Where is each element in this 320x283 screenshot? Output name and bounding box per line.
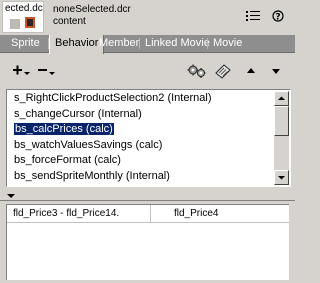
svg-text:?: ?: [275, 13, 280, 23]
list-item[interactable]: s_changeCursor (Internal): [8, 107, 273, 123]
add-behavior-button[interactable]: [11, 63, 31, 79]
column-divider: [150, 205, 151, 222]
member-subtitle: content: [53, 16, 86, 27]
panel-splitter[interactable]: [0, 189, 295, 201]
list-item[interactable]: bs_forceFormat (calc): [8, 153, 273, 169]
parameter-name: fld_Price3 - fld_Price14.: [13, 208, 120, 219]
behavior-list-items: s_RightClickProductSelection2 (Internal)…: [8, 91, 273, 185]
scroll-up-arrow-icon: [278, 96, 285, 100]
member-name: noneSelected.dcr: [53, 4, 131, 15]
scroll-down-button[interactable]: [274, 170, 289, 185]
collapse-arrow-icon[interactable]: [6, 192, 16, 200]
behavior-toolbar: [0, 53, 295, 87]
member-thumbnail: ected.dc: [2, 1, 44, 33]
thumbnail-label: ected.dc: [5, 3, 43, 14]
behavior-parameters-panel: fld_Price3 - fld_Price14. fld_Price4: [0, 201, 295, 283]
remove-behavior-button[interactable]: [36, 63, 56, 79]
list-view-icon[interactable]: [246, 10, 260, 22]
behavior-inspector-icon[interactable]: [186, 63, 208, 79]
list-item-label: s_RightClickProductSelection2 (Internal): [14, 92, 212, 104]
list-item-selected[interactable]: bs_calcPrices (calc): [8, 122, 273, 138]
script-icon[interactable]: [213, 63, 233, 79]
list-item-label: bs_watchValuesSavings (calc): [14, 138, 163, 151]
tab-member[interactable]: Member: [94, 35, 144, 52]
thumbnail-swatch: [25, 17, 35, 28]
scroll-up-button[interactable]: [274, 91, 289, 106]
list-item[interactable]: bs_sendSpriteMonthly (Internal): [8, 169, 273, 185]
list-item-label: bs_calcPrices (calc): [14, 123, 114, 135]
thumbnail-graphic: [10, 19, 20, 29]
list-item-label: s_changeCursor (Internal): [14, 107, 142, 120]
parameters-table: fld_Price3 - fld_Price14. fld_Price4: [6, 204, 289, 280]
tab-sprite[interactable]: Sprite: [6, 35, 45, 52]
help-icon[interactable]: ?: [272, 10, 284, 22]
move-up-icon[interactable]: [245, 63, 257, 79]
list-item[interactable]: s_RightClickProductSelection2 (Internal): [8, 91, 273, 107]
tab-movie[interactable]: Movie: [208, 35, 247, 52]
behavior-list[interactable]: s_RightClickProductSelection2 (Internal)…: [6, 89, 291, 187]
scroll-down-arrow-icon: [278, 176, 285, 180]
table-row[interactable]: fld_Price3 - fld_Price14. fld_Price4: [7, 205, 289, 223]
property-inspector-header: ected.dc noneSelected.dcr content ?: [0, 0, 295, 33]
member-info: noneSelected.dcr content: [53, 4, 131, 28]
list-item[interactable]: bs_watchValuesSavings (calc): [8, 138, 273, 154]
list-item-label: bs_forceFormat (calc): [14, 154, 121, 166]
move-down-icon[interactable]: [270, 63, 282, 79]
inspector-tabs: Sprite Behavior Member Linked Movie Movi…: [0, 35, 295, 54]
parameter-value[interactable]: fld_Price4: [174, 205, 218, 222]
list-item-label: bs_sendSpriteMonthly (Internal): [14, 169, 170, 182]
scroll-thumb[interactable]: [274, 106, 289, 136]
tab-linked-movie[interactable]: Linked Movie: [140, 35, 215, 52]
list-scrollbar[interactable]: [274, 91, 289, 185]
